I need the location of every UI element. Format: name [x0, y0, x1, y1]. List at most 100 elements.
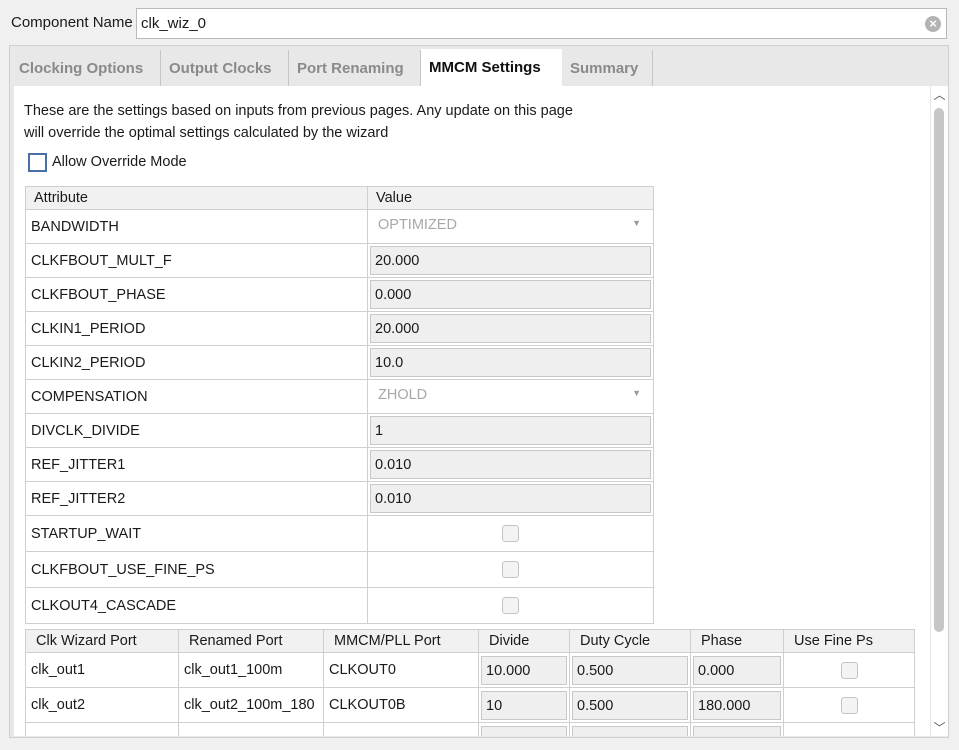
divide-input	[481, 725, 567, 736]
settings-panel: Clocking Options Output Clocks Port Rena…	[9, 45, 949, 738]
attr-value-cell: 20.000	[367, 243, 654, 278]
table-row	[25, 722, 915, 736]
component-name-label: Component Name	[11, 14, 133, 31]
col-divide: Divide	[478, 629, 570, 653]
component-name-input[interactable]: clk_wiz_0 ×	[136, 8, 947, 39]
table-row: clk_out2 clk_out2_100m_180 CLKOUT0B 10 0…	[25, 687, 915, 723]
table-row: CLKFBOUT_PHASE 0.000	[25, 277, 654, 312]
mmcm-port-cell: CLKOUT0B	[323, 687, 479, 723]
tab-port-renaming[interactable]: Port Renaming	[289, 50, 421, 86]
scroll-up-icon[interactable]: ︿	[932, 88, 947, 103]
phase-input: 180.000	[693, 690, 781, 720]
table-row: DIVCLK_DIVIDE 1	[25, 413, 654, 448]
ref-jitter1-input: 0.010	[370, 450, 651, 479]
allow-override-checkbox[interactable]	[28, 153, 47, 172]
attr-value-cell: 0.010	[367, 447, 654, 482]
clkfbout-mult-f-input: 20.000	[370, 246, 651, 275]
use-fine-ps-cell	[783, 722, 915, 736]
table-row: CLKFBOUT_USE_FINE_PS	[25, 551, 654, 588]
table-row: CLKOUT4_CASCADE	[25, 587, 654, 624]
table-row: clk_out1 clk_out1_100m CLKOUT0 10.000 0.…	[25, 652, 915, 688]
chevron-down-icon: ▼	[632, 218, 641, 228]
table-row: COMPENSATION ZHOLD ▼	[25, 379, 654, 414]
clear-icon[interactable]: ×	[925, 16, 941, 32]
phase-input: 0.000	[693, 655, 781, 685]
table-row: CLKFBOUT_MULT_F 20.000	[25, 243, 654, 278]
duty-cycle-input	[572, 725, 688, 736]
attr-value-cell: 10.0	[367, 345, 654, 380]
divide-input: 10.000	[481, 655, 567, 685]
ref-jitter2-input: 0.010	[370, 484, 651, 513]
attr-value-cell: ZHOLD ▼	[367, 379, 654, 414]
col-phase: Phase	[690, 629, 784, 653]
attr-value-cell: 0.010	[367, 481, 654, 516]
use-fine-ps-cell	[783, 687, 915, 723]
duty-cycle-input: 0.500	[572, 690, 688, 720]
duty-cycle-input: 0.500	[572, 655, 688, 685]
divclk-divide-input: 1	[370, 416, 651, 445]
wizard-port-cell	[25, 722, 179, 736]
attr-name: REF_JITTER1	[25, 447, 368, 482]
attribute-table: Attribute Value BANDWIDTH OPTIMIZED ▼ CLK…	[25, 186, 654, 624]
component-name-row: Component Name clk_wiz_0 ×	[0, 0, 959, 46]
compensation-value: ZHOLD	[378, 387, 428, 403]
attr-name: CLKFBOUT_MULT_F	[25, 243, 368, 278]
scroll-down-icon[interactable]: ﹀	[932, 721, 947, 736]
scrollbar-thumb[interactable]	[934, 108, 944, 632]
attr-name: COMPENSATION	[25, 379, 368, 414]
table-row: BANDWIDTH OPTIMIZED ▼	[25, 209, 654, 244]
attr-name: CLKOUT4_CASCADE	[25, 587, 368, 624]
component-name-value: clk_wiz_0	[141, 15, 207, 32]
description: These are the settings based on inputs f…	[24, 100, 573, 144]
port-table: Clk Wizard Port Renamed Port MMCM/PLL Po…	[25, 629, 915, 736]
divide-cell	[478, 722, 570, 736]
clkfbout-use-fine-ps-checkbox	[502, 561, 519, 578]
use-fine-ps-checkbox	[840, 696, 858, 714]
renamed-port-cell	[178, 722, 324, 736]
chevron-down-icon: ▼	[632, 388, 641, 398]
table-row: REF_JITTER2 0.010	[25, 481, 654, 516]
attr-value-cell	[367, 515, 654, 552]
attr-value-cell: 0.000	[367, 277, 654, 312]
attr-value-cell	[367, 551, 654, 588]
duty-cycle-cell	[569, 722, 691, 736]
tab-mmcm-settings[interactable]: MMCM Settings	[421, 49, 562, 86]
phase-cell	[690, 722, 784, 736]
mmcm-port-cell	[323, 722, 479, 736]
attr-value-cell: 1	[367, 413, 654, 448]
table-row: CLKIN1_PERIOD 20.000	[25, 311, 654, 346]
wizard-port-cell: clk_out1	[25, 652, 179, 688]
mmcm-port-cell: CLKOUT0	[323, 652, 479, 688]
vertical-scrollbar[interactable]: ︿ ﹀	[931, 86, 948, 736]
attr-value-cell	[367, 587, 654, 624]
clkfbout-phase-input: 0.000	[370, 280, 651, 309]
col-use-fine-ps: Use Fine Ps	[783, 629, 915, 653]
attr-name: CLKFBOUT_USE_FINE_PS	[25, 551, 368, 588]
bandwidth-select: OPTIMIZED ▼	[370, 212, 651, 241]
col-renamed-port: Renamed Port	[178, 629, 324, 653]
renamed-port-cell: clk_out2_100m_180	[178, 687, 324, 723]
description-line-2: will override the optimal settings calcu…	[24, 125, 389, 141]
tab-clocking-options[interactable]: Clocking Options	[11, 50, 161, 86]
tab-output-clocks[interactable]: Output Clocks	[161, 50, 289, 86]
col-clk-wizard-port: Clk Wizard Port	[25, 629, 179, 653]
attr-name: REF_JITTER2	[25, 481, 368, 516]
phase-cell: 180.000	[690, 687, 784, 723]
clkin2-period-input: 10.0	[370, 348, 651, 377]
use-fine-ps-checkbox	[840, 661, 858, 679]
divide-cell: 10.000	[478, 652, 570, 688]
allow-override-label: Allow Override Mode	[52, 154, 187, 170]
renamed-port-cell: clk_out1_100m	[178, 652, 324, 688]
divide-input: 10	[481, 690, 567, 720]
compensation-select: ZHOLD ▼	[370, 382, 651, 411]
tab-summary[interactable]: Summary	[562, 50, 653, 86]
attr-name: STARTUP_WAIT	[25, 515, 368, 552]
col-mmcm-pll-port: MMCM/PLL Port	[323, 629, 479, 653]
col-duty-cycle: Duty Cycle	[569, 629, 691, 653]
phase-cell: 0.000	[690, 652, 784, 688]
attr-name: CLKIN2_PERIOD	[25, 345, 368, 380]
table-row: REF_JITTER1 0.010	[25, 447, 654, 482]
duty-cycle-cell: 0.500	[569, 687, 691, 723]
clkin1-period-input: 20.000	[370, 314, 651, 343]
attr-name: BANDWIDTH	[25, 209, 368, 244]
